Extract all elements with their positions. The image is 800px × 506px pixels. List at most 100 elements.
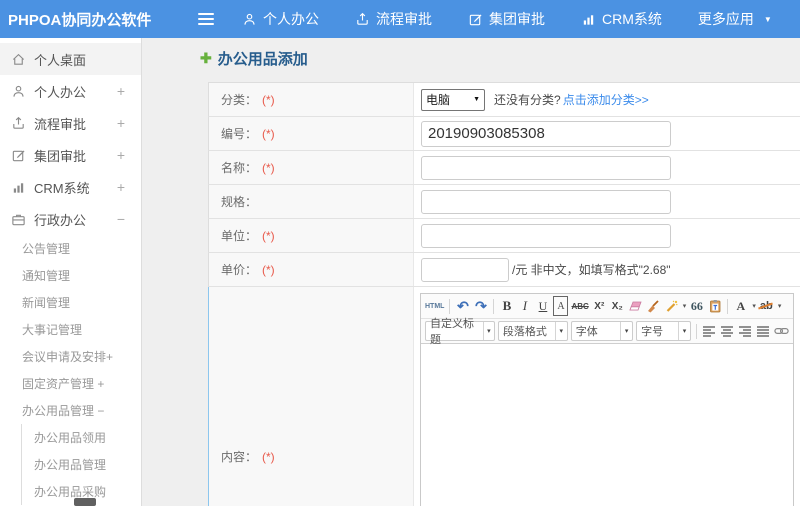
- sidebar-subitem-announcements[interactable]: 公告管理: [0, 235, 141, 262]
- sidebar-subitem-supplies-manage[interactable]: 办公用品管理: [22, 451, 141, 478]
- font-style-button[interactable]: A: [553, 296, 569, 316]
- sidebar: 个人桌面 个人办公 + 流程审批 + 集团审批 + CRM系统 + 行政办公 −…: [0, 38, 142, 506]
- expand-toggle[interactable]: +: [117, 115, 125, 131]
- upload-icon: [10, 115, 26, 131]
- align-left-icon[interactable]: [702, 321, 717, 341]
- sidebar-item-crm[interactable]: CRM系统 +: [0, 171, 141, 203]
- no-category-hint: 还没有分类?: [494, 93, 561, 107]
- align-justify-icon[interactable]: [756, 321, 771, 341]
- sidebar-subitem-notices[interactable]: 通知管理: [0, 262, 141, 289]
- scrollbar-thumb[interactable]: [74, 498, 96, 506]
- required-mark: (*): [262, 228, 275, 243]
- sidebar-subitem-news[interactable]: 新闻管理: [0, 289, 141, 316]
- sidebar-item-workflow-approval[interactable]: 流程审批 +: [0, 107, 141, 139]
- eraser-icon[interactable]: [628, 296, 643, 316]
- strikethrough-button[interactable]: ABC: [571, 296, 588, 316]
- topnav-more-apps[interactable]: 更多应用: [698, 9, 754, 29]
- add-plus-icon: ✚: [200, 50, 212, 66]
- sidebar-subitem-fixed-assets[interactable]: 固定资产管理 +: [0, 370, 141, 397]
- caret-down-icon: ▼: [473, 96, 480, 103]
- font-family-select[interactable]: 字体 ▾: [570, 321, 634, 341]
- editor-content[interactable]: [421, 344, 793, 506]
- name-label: 名称： (*): [209, 151, 414, 184]
- align-center-icon[interactable]: [720, 321, 735, 341]
- sidebar-item-personal-office[interactable]: 个人办公 +: [0, 75, 141, 107]
- category-select[interactable]: 电脑 ▼: [421, 88, 485, 111]
- html-source-button[interactable]: HTML: [425, 296, 444, 316]
- sidebar-item-group-approval[interactable]: 集团审批 +: [0, 139, 141, 171]
- topnav-workflow-approval[interactable]: 流程审批: [355, 9, 432, 29]
- bold-button[interactable]: B: [499, 296, 514, 316]
- sidebar-subitem-meetings[interactable]: 会议申请及安排+: [0, 343, 141, 370]
- paragraph-format-select[interactable]: 段落格式 ▾: [497, 321, 568, 341]
- code-input[interactable]: [421, 120, 671, 147]
- price-input[interactable]: [421, 257, 509, 282]
- category-label: 分类： (*): [209, 83, 414, 116]
- highlight-color-button[interactable]: ab: [757, 296, 774, 316]
- topnav-group-approval[interactable]: 集团审批: [468, 9, 545, 29]
- superscript-button[interactable]: X²: [592, 296, 607, 316]
- page-title: ✚ 办公用品添加: [200, 48, 308, 69]
- form-row-category: 分类： (*) 电脑 ▼ 还没有分类? 点击添加分类>>: [208, 83, 800, 117]
- font-size-select[interactable]: 字号 ▾: [636, 321, 692, 341]
- app-logo: PHPOA协同办公软件: [8, 11, 152, 29]
- user-icon: [10, 83, 26, 99]
- topnav-crm[interactable]: CRM系统: [581, 9, 662, 29]
- topnav-personal-office[interactable]: 个人办公: [242, 9, 319, 29]
- editor-toolbar-row2: 自定义标题 ▾ 段落格式 ▾ 字体 ▾ 字号 ▾: [421, 318, 793, 346]
- redo-icon[interactable]: ↷: [473, 296, 488, 316]
- blockquote-button[interactable]: 66: [689, 296, 704, 316]
- form-row-unit: 单位： (*): [208, 219, 800, 253]
- sidebar-subitem-events[interactable]: 大事记管理: [0, 316, 141, 343]
- hamburger-menu-icon[interactable]: [198, 10, 216, 28]
- chart-icon: [581, 12, 596, 27]
- italic-button[interactable]: I: [517, 296, 532, 316]
- required-mark: (*): [262, 126, 275, 141]
- autotypeset-wand-icon[interactable]: [664, 296, 679, 316]
- expand-toggle[interactable]: +: [117, 147, 125, 163]
- required-mark: (*): [262, 449, 275, 464]
- sidebar-subitem-office-supplies[interactable]: 办公用品管理 −: [0, 397, 141, 424]
- top-bar: PHPOA协同办公软件 个人办公 流程审批 集团审批 CRM系统 更多应用 ▼: [0, 0, 800, 38]
- unit-input[interactable]: [421, 223, 671, 248]
- add-category-link[interactable]: 点击添加分类>>: [563, 91, 649, 108]
- form-row-price: 单价： (*) /元 非中文，如填写格式"2.68": [208, 253, 800, 287]
- caret-down-icon[interactable]: ▼: [764, 15, 772, 24]
- paste-text-icon[interactable]: [707, 296, 722, 316]
- spec-input[interactable]: [421, 189, 671, 214]
- name-input[interactable]: [421, 155, 671, 180]
- expand-toggle[interactable]: +: [117, 83, 125, 99]
- caret-down-icon: ▾: [620, 322, 632, 340]
- underline-button[interactable]: U: [535, 296, 550, 316]
- rich-text-editor: HTML ↶ ↷ B I U A ABC X² X₂ ▾ 66 A ▾ ▾ 自定…: [420, 293, 794, 506]
- form-row-spec: 规格：: [208, 185, 800, 219]
- collapse-toggle[interactable]: −: [117, 211, 125, 227]
- required-mark: (*): [262, 92, 275, 107]
- caret-down-icon[interactable]: ▾: [752, 302, 756, 310]
- main-content: ✚ 办公用品添加 分类： (*) 电脑 ▼ 还没有分类? 点击添加分类>> 编号…: [142, 38, 800, 506]
- caret-down-icon[interactable]: ▾: [683, 302, 687, 310]
- home-icon: [10, 51, 26, 67]
- required-mark: (*): [262, 262, 275, 277]
- edit-icon: [10, 147, 26, 163]
- code-label: 编号： (*): [209, 117, 414, 150]
- form-row-name: 名称： (*): [208, 151, 800, 185]
- page-title-text: 办公用品添加: [217, 51, 308, 68]
- sidebar-item-desktop[interactable]: 个人桌面: [0, 43, 141, 75]
- briefcase-icon: [10, 211, 26, 227]
- subscript-button[interactable]: X₂: [610, 296, 625, 316]
- price-label: 单价： (*): [209, 253, 414, 286]
- link-icon[interactable]: [774, 321, 789, 341]
- unit-label: 单位： (*): [209, 219, 414, 252]
- format-painter-icon[interactable]: [646, 296, 661, 316]
- supply-add-form: 分类： (*) 电脑 ▼ 还没有分类? 点击添加分类>> 编号： (*) 201…: [208, 82, 800, 506]
- custom-title-select[interactable]: 自定义标题 ▾: [425, 318, 495, 346]
- sidebar-item-admin-office[interactable]: 行政办公 −: [0, 203, 141, 235]
- spec-label: 规格：: [209, 185, 414, 218]
- undo-icon[interactable]: ↶: [455, 296, 470, 316]
- caret-down-icon[interactable]: ▾: [778, 302, 782, 310]
- sidebar-subitem-supplies-use[interactable]: 办公用品领用: [22, 424, 141, 451]
- font-color-button[interactable]: A: [733, 296, 748, 316]
- expand-toggle[interactable]: +: [117, 179, 125, 195]
- align-right-icon[interactable]: [738, 321, 753, 341]
